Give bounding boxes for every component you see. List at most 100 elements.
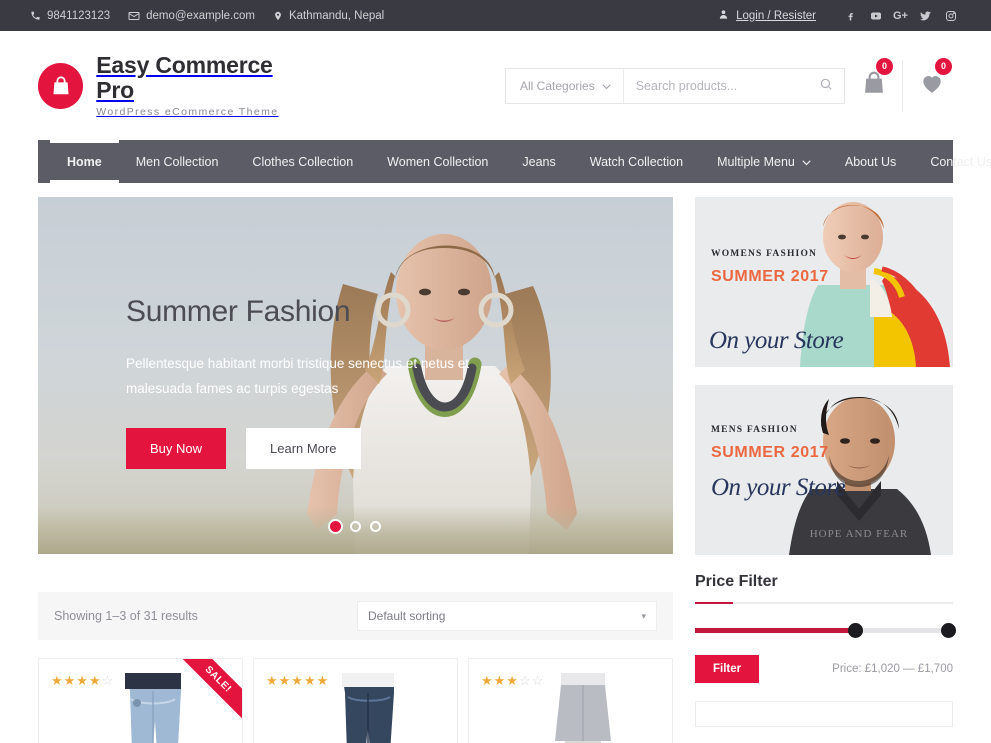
phone-number: 9841123123 — [47, 9, 111, 22]
price-filter-widget: Price Filter Filter Price: £1,020 — £1,7… — [695, 573, 956, 727]
social-links: G+ — [838, 3, 963, 28]
right-sidebar: WOMENS FASHION SUMMER 2017 On your Store… — [695, 197, 956, 743]
product-rating: ★★★☆☆ — [481, 673, 545, 688]
nav-label: Contact Us — [930, 154, 991, 169]
price-filter-controls: Filter Price: £1,020 — £1,700 — [695, 655, 953, 683]
nav-item-about-us[interactable]: About Us — [828, 140, 913, 183]
nav-item-clothes-collection[interactable]: Clothes Collection — [235, 140, 370, 183]
nav-label: Home — [67, 154, 102, 169]
user-icon — [718, 9, 729, 23]
category-label: All Categories — [520, 78, 595, 93]
banner-eyebrow: MENS FASHION — [711, 425, 798, 435]
login-register-link[interactable]: Login / Resister — [718, 9, 816, 23]
filter-button[interactable]: Filter — [695, 655, 760, 683]
buy-now-button[interactable]: Buy Now — [126, 428, 227, 469]
banner-text-block: WOMENS FASHION SUMMER 2017 — [711, 249, 829, 286]
cart-button[interactable]: 0 — [845, 57, 903, 112]
shopping-bag-logo-icon — [38, 62, 84, 109]
nav-label: Jeans — [522, 154, 556, 169]
product-image-light-jeans — [124, 673, 181, 743]
wishlist-count-badge: 0 — [935, 57, 952, 75]
price-filter-title: Price Filter — [695, 573, 778, 590]
price-max-handle[interactable] — [940, 623, 956, 638]
shop-toolbar: Showing 1–3 of 31 results Default sortin… — [38, 592, 673, 640]
banner-text-block: MENS FASHION SUMMER 2017 On your Store — [711, 425, 846, 502]
email-contact[interactable]: demo@example.com — [128, 10, 255, 22]
search-icon — [819, 78, 833, 94]
phone-contact[interactable]: 9841123123 — [30, 10, 110, 22]
chevron-down-icon — [802, 155, 811, 169]
product-grid: ★★★★☆ SALE! ★★★★★ ★★★☆☆ — [38, 658, 673, 743]
nav-label: About Us — [844, 154, 897, 169]
nav-item-home[interactable]: Home — [50, 140, 119, 183]
nav-label: Multiple Menu — [717, 154, 795, 169]
nav-item-men-collection[interactable]: Men Collection — [119, 140, 236, 183]
wishlist-button[interactable]: 0 — [903, 57, 961, 112]
sidebar-search-box[interactable] — [695, 701, 953, 727]
instagram-icon[interactable] — [938, 3, 963, 28]
nav-item-jeans[interactable]: Jeans — [505, 140, 572, 183]
login-label: Login / Resister — [736, 9, 816, 22]
topbar-account-group: Login / Resister G+ — [718, 3, 991, 28]
banner-headline: SUMMER 2017 — [711, 444, 829, 461]
slider-dot-3[interactable] — [370, 521, 381, 532]
nav-item-contact-us[interactable]: Contact Us — [913, 140, 991, 183]
product-image-grey-skirt — [554, 673, 611, 743]
title-underline — [695, 602, 953, 604]
banner-headline: SUMMER 2017 — [711, 268, 829, 285]
hero-slider: Summer Fashion Pellentesque habitant mor… — [38, 197, 673, 554]
cart-count-badge: 0 — [876, 57, 893, 75]
nav-item-women-collection[interactable]: Women Collection — [370, 140, 505, 183]
slider-dot-1[interactable] — [330, 521, 341, 532]
location-text: Kathmandu, Nepal — [288, 9, 385, 22]
banner-womens-fashion[interactable]: WOMENS FASHION SUMMER 2017 On your Store — [695, 197, 953, 367]
price-range-fill — [695, 628, 855, 633]
site-logo[interactable]: Easy Commerce Pro WordPress eCommerce Th… — [0, 52, 313, 119]
main-navigation: Home Men Collection Clothes Collection W… — [38, 140, 991, 183]
logo-text-block: Easy Commerce Pro WordPress eCommerce Th… — [96, 52, 313, 119]
site-tagline: WordPress eCommerce Theme — [96, 106, 279, 119]
price-min-handle[interactable] — [847, 623, 863, 638]
location-info[interactable]: Kathmandu, Nepal — [273, 10, 384, 22]
phone-icon — [30, 10, 41, 21]
nav-label: Watch Collection — [589, 154, 684, 169]
product-image-dark-jeans — [341, 673, 394, 743]
sorting-selected-value: Default sorting — [368, 609, 446, 623]
product-rating: ★★★★☆ — [51, 673, 115, 688]
product-card[interactable]: ★★★☆☆ — [468, 658, 673, 743]
search-input[interactable] — [623, 78, 809, 93]
price-range-slider[interactable] — [695, 623, 956, 638]
banner-mens-fashion[interactable]: HOPE AND FEAR MENS FASHION SUMMER 2017 O… — [695, 385, 953, 555]
site-header: Easy Commerce Pro WordPress eCommerce Th… — [0, 31, 991, 140]
category-dropdown[interactable]: All Categories — [506, 68, 624, 103]
product-card[interactable]: ★★★★☆ SALE! — [38, 658, 243, 743]
slider-dot-2[interactable] — [350, 521, 361, 532]
product-search-bar: All Categories — [505, 67, 845, 104]
main-content: Summer Fashion Pellentesque habitant mor… — [0, 183, 991, 743]
twitter-icon[interactable] — [913, 3, 938, 28]
product-card[interactable]: ★★★★★ — [253, 658, 458, 743]
topbar-contact-group: 9841123123 demo@example.com Kathmandu, N… — [0, 10, 384, 22]
learn-more-button[interactable]: Learn More — [246, 428, 361, 469]
svg-text:HOPE AND FEAR: HOPE AND FEAR — [810, 528, 909, 540]
nav-item-multiple-menu[interactable]: Multiple Menu — [700, 140, 828, 183]
search-submit-button[interactable] — [809, 69, 844, 103]
nav-item-watch-collection[interactable]: Watch Collection — [573, 140, 700, 183]
nav-label: Men Collection — [135, 154, 219, 169]
price-range-label: Price: £1,020 — £1,700 — [832, 663, 953, 675]
top-info-bar: 9841123123 demo@example.com Kathmandu, N… — [0, 0, 991, 31]
main-navigation-wrapper: Home Men Collection Clothes Collection W… — [0, 140, 991, 183]
left-column: Summer Fashion Pellentesque habitant mor… — [38, 197, 673, 743]
nav-label: Clothes Collection — [252, 154, 354, 169]
chevron-down-icon: ▾ — [641, 610, 646, 621]
hero-description: Pellentesque habitant morbi tristique se… — [126, 356, 469, 396]
chevron-down-icon — [602, 79, 611, 93]
facebook-icon[interactable] — [838, 3, 863, 28]
result-count: Showing 1–3 of 31 results — [54, 609, 198, 623]
google-plus-icon[interactable]: G+ — [888, 3, 913, 28]
sorting-dropdown[interactable]: Default sorting ▾ — [357, 601, 657, 631]
youtube-icon[interactable] — [863, 3, 888, 28]
hero-buttons: Buy Now Learn More — [126, 428, 496, 469]
heart-icon — [918, 70, 946, 101]
slider-pagination — [38, 521, 673, 532]
